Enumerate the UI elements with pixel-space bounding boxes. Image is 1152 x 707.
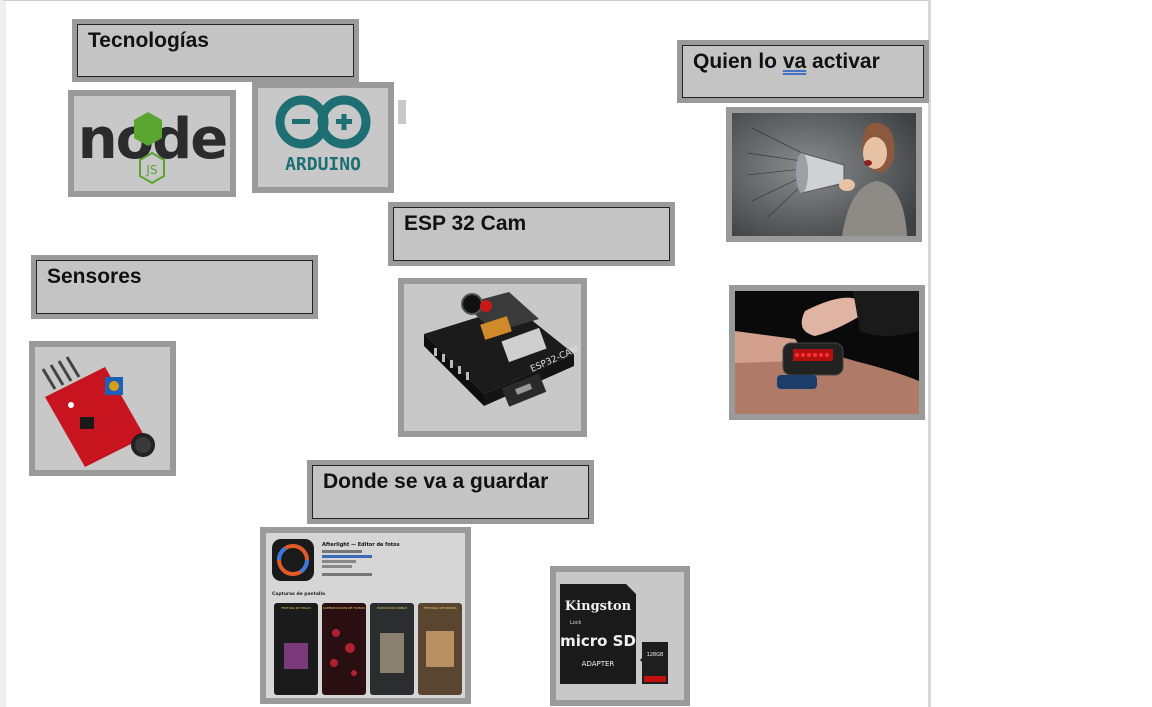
screen-caption-4: TEXTURAS DE PRISMA [422,606,457,610]
esp32-label: ESP 32 Cam [404,212,527,235]
donde-textbox[interactable]: Donde se va a guardar [307,460,594,524]
lock-label: Lock [570,620,582,626]
sensores-textbox[interactable]: Sensores [31,255,318,319]
arduino-wordmark: ARDUINO [285,154,361,175]
screen-caption-1: TEXTURA DE POLVO [280,606,311,610]
screen-caption-2: SUPERPOSICIÓN DE FILTROS [323,605,366,610]
kingston-sd-image[interactable]: Kingston Lock micro SD ADAPTER 128GB [550,566,690,706]
esp32-board-photo-icon: ESP32-CAM [404,284,581,431]
donde-label: Donde se va a guardar [323,470,549,493]
microsd-logo: micro SD [560,632,636,650]
wrist-device-photo-icon [735,291,919,414]
arduino-image[interactable]: ARDUINO [252,82,394,193]
tecnologias-textbox[interactable]: Tecnologías [72,19,359,82]
text-cursor-marker [398,100,406,124]
quien-label-end: activar [806,50,880,73]
js-badge: JS [145,163,157,177]
megaphone-photo-icon [732,113,916,236]
screenshots-heading: Capturas de pantalla [272,591,325,597]
megaphone-woman-image[interactable] [726,107,922,242]
quien-textbox[interactable]: Quien lo va activar [677,40,929,103]
sensores-label: Sensores [47,265,142,288]
page-edge-divider [928,0,931,707]
adapter-label: ADAPTER [582,660,615,668]
screen-caption-3: EXPOSICIÓN DOBLE [377,605,407,610]
app-title-text: Afterlight — Editor de fotos [322,542,400,548]
nodejs-image[interactable]: node JS [68,90,236,197]
arduino-logo-icon: ARDUINO [258,88,388,187]
card-capacity: 128GB [647,652,664,658]
nodejs-logo-icon: node JS [74,96,230,191]
wearable-wrist-image[interactable] [729,285,925,420]
sound-sensor-photo-icon [35,347,170,470]
microsd-card-photo-icon: Kingston Lock micro SD ADAPTER 128GB [556,572,684,700]
esp32cam-board-image[interactable]: ESP32-CAM [398,278,587,437]
kingston-brand: Kingston [565,599,632,614]
spellcheck-word[interactable]: va [783,50,806,73]
sound-sensor-image[interactable] [29,341,176,476]
app-store-listing-icon: Afterlight — Editor de fotos Capturas de… [266,533,465,698]
afterlight-app-image[interactable]: Afterlight — Editor de fotos Capturas de… [260,527,471,704]
quien-label-start: Quien lo [693,50,783,73]
esp32-textbox[interactable]: ESP 32 Cam [388,202,675,266]
tecnologias-label: Tecnologías [88,29,209,52]
